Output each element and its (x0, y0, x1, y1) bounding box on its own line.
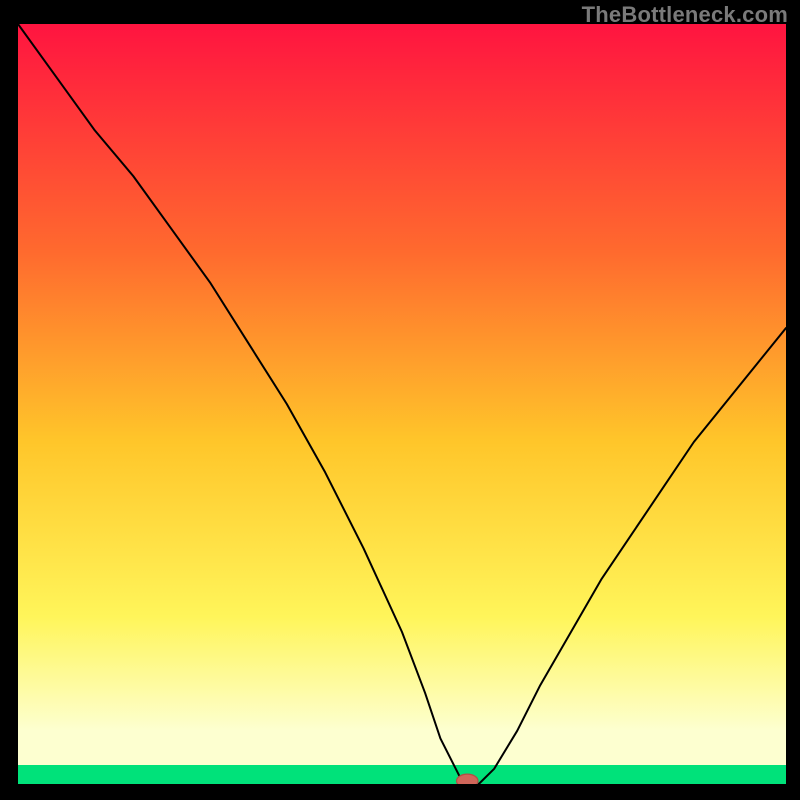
gradient-background (18, 24, 786, 784)
bottleneck-chart (18, 24, 786, 784)
minimum-marker (457, 774, 479, 784)
green-band (18, 765, 786, 784)
chart-container: { "watermark": "TheBottleneck.com", "col… (0, 0, 800, 800)
watermark-text: TheBottleneck.com (582, 2, 788, 28)
